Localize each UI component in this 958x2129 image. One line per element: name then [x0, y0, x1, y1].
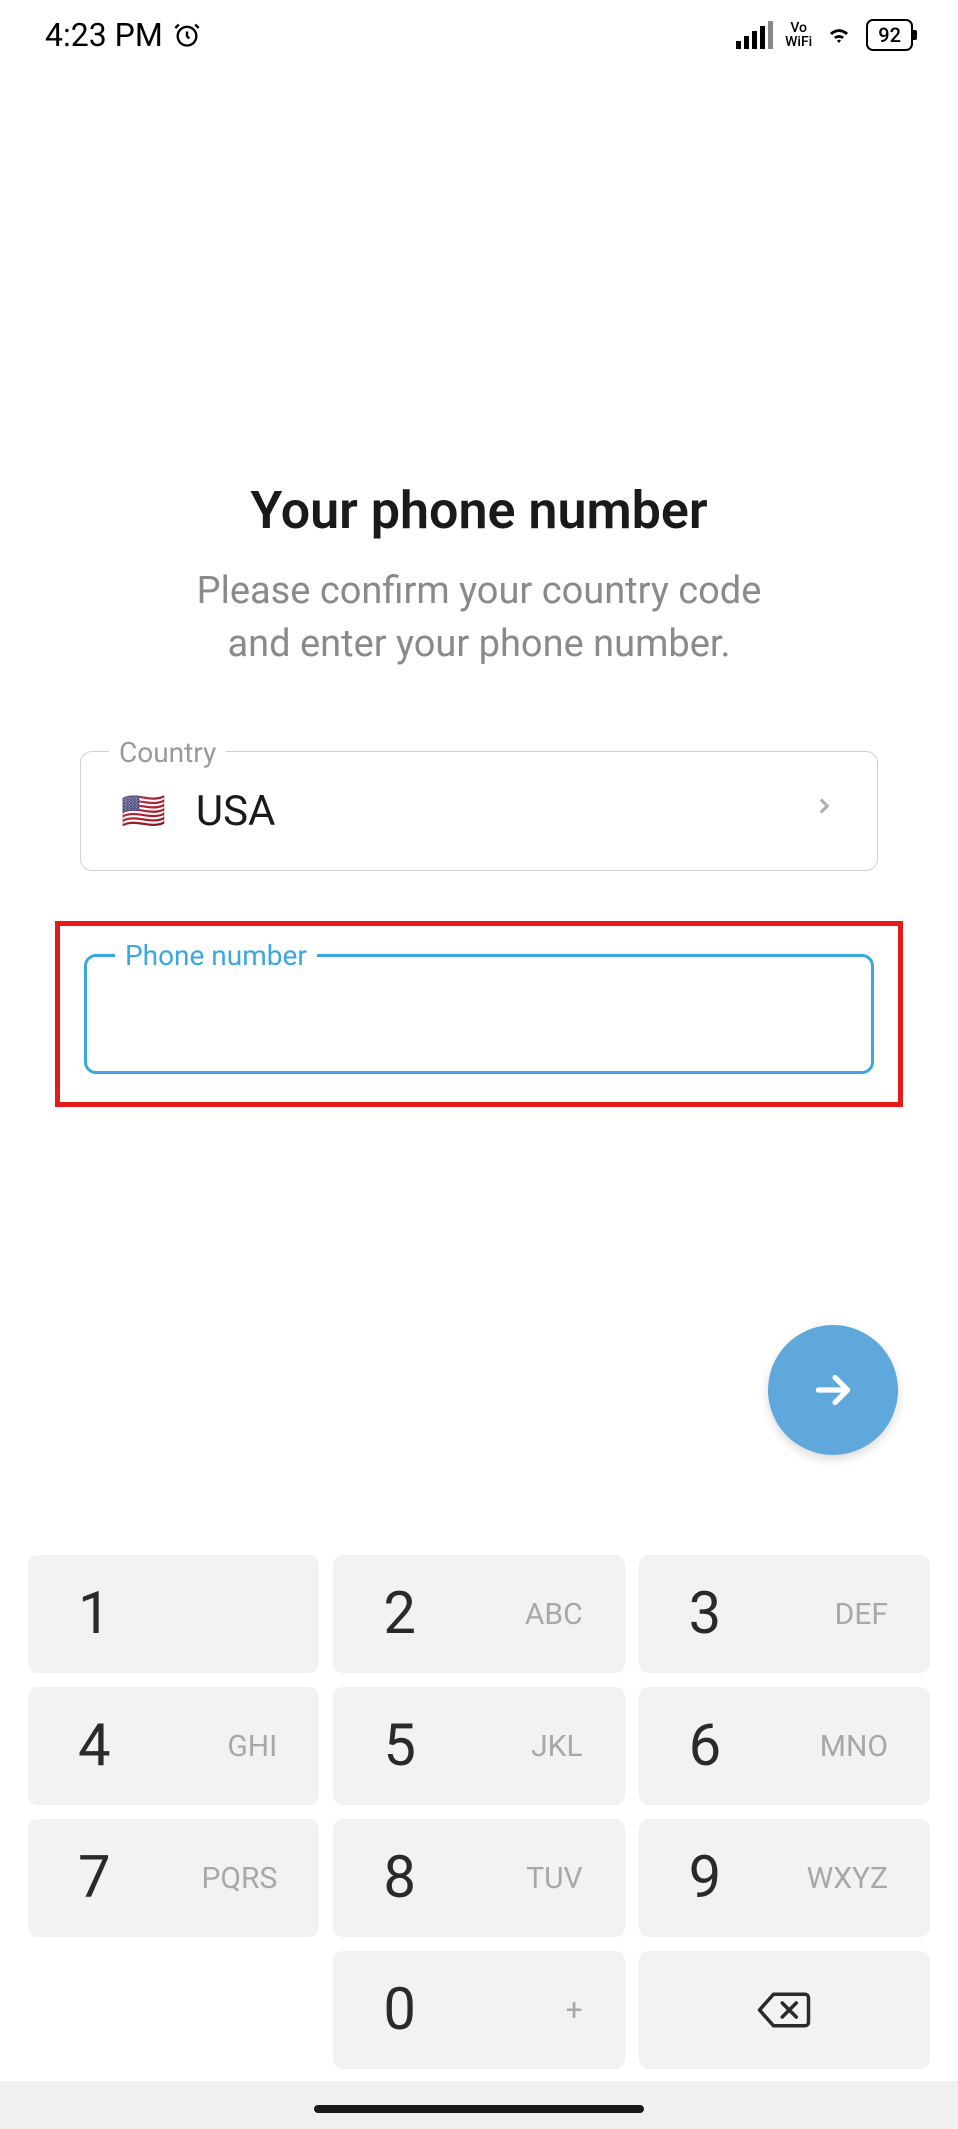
key-digit: 0 [383, 1976, 416, 2044]
wifi-icon [824, 23, 854, 47]
status-time: 4:23 PM [45, 16, 163, 54]
status-right: Vo WiFi 92 [736, 19, 913, 51]
key-letters: GHI [227, 1729, 277, 1764]
vowifi-top: Vo [790, 21, 807, 35]
key-digit: 7 [78, 1844, 111, 1912]
status-left: 4:23 PM [45, 16, 201, 54]
key-letters: PQRS [201, 1861, 277, 1896]
country-label: Country [109, 736, 226, 769]
arrow-right-icon [808, 1365, 858, 1415]
keypad-key-8[interactable]: 8 TUV [333, 1819, 624, 1937]
country-name: USA [196, 787, 811, 836]
country-flag-icon: 🇺🇸 [121, 790, 166, 832]
backspace-icon [756, 1989, 812, 2031]
page-title: Your phone number [80, 480, 878, 541]
keypad-key-2[interactable]: 2 ABC [333, 1555, 624, 1673]
keypad-key-0[interactable]: 0 + [333, 1951, 624, 2069]
key-digit: 5 [383, 1712, 416, 1780]
key-letters: JKL [531, 1729, 583, 1764]
key-digit: 8 [383, 1844, 416, 1912]
chevron-right-icon [811, 786, 837, 836]
battery-level: 92 [878, 23, 901, 47]
main-content: Your phone number Please confirm your co… [0, 480, 958, 1107]
key-digit: 4 [78, 1712, 111, 1780]
key-letters: WXYZ [807, 1861, 888, 1896]
key-digit: 6 [689, 1712, 722, 1780]
key-letters: DEF [835, 1597, 888, 1632]
vowifi-bottom: WiFi [785, 35, 812, 49]
keypad-key-3[interactable]: 3 DEF [639, 1555, 930, 1673]
key-digit: 1 [78, 1580, 111, 1648]
key-letters: ABC [525, 1597, 583, 1632]
vowifi-indicator: Vo WiFi [785, 21, 812, 49]
key-letters: + [566, 1993, 583, 2028]
country-selector[interactable]: Country 🇺🇸 USA [80, 751, 878, 871]
keypad-key-backspace[interactable] [639, 1951, 930, 2069]
key-letters: MNO [820, 1729, 888, 1764]
signal-icon [736, 21, 773, 49]
keypad-key-7[interactable]: 7 PQRS [28, 1819, 319, 1937]
keypad-key-1[interactable]: 1 [28, 1555, 319, 1673]
phone-highlight-box: Phone number [55, 921, 903, 1107]
keypad-key-5[interactable]: 5 JKL [333, 1687, 624, 1805]
page-subtitle: Please confirm your country code and ent… [80, 565, 878, 671]
key-letters: TUV [526, 1861, 582, 1896]
phone-number-input[interactable]: Phone number [84, 954, 874, 1074]
continue-button[interactable] [768, 1325, 898, 1455]
status-bar: 4:23 PM Vo WiFi 92 [0, 0, 958, 70]
key-digit: 9 [689, 1844, 722, 1912]
battery-indicator: 92 [866, 19, 913, 51]
key-digit: 3 [689, 1580, 722, 1648]
keypad-key-4[interactable]: 4 GHI [28, 1687, 319, 1805]
phone-label: Phone number [115, 939, 317, 972]
keypad-key-9[interactable]: 9 WXYZ [639, 1819, 930, 1937]
home-indicator[interactable] [314, 2105, 644, 2113]
key-digit: 2 [383, 1580, 416, 1648]
keypad-key-6[interactable]: 6 MNO [639, 1687, 930, 1805]
numeric-keypad: 1 2 ABC 3 DEF 4 GHI 5 JKL 6 MNO 7 PQRS 8… [0, 1555, 958, 2069]
alarm-icon [173, 21, 201, 49]
